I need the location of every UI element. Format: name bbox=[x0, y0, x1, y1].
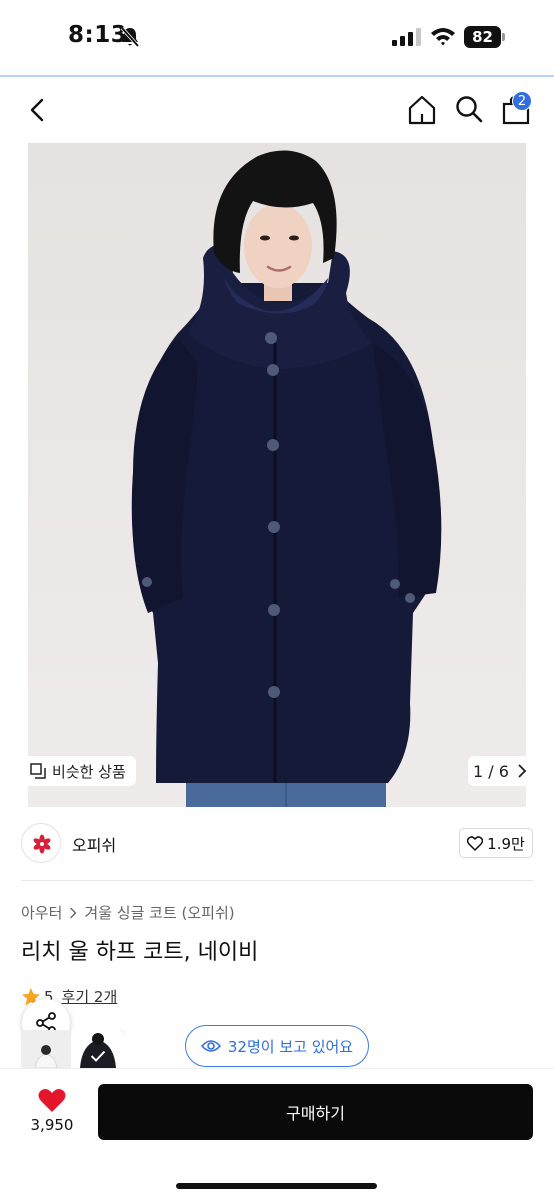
viewers-text: 32명이 보고 있어요 bbox=[227, 1037, 354, 1056]
status-time: 8:13 bbox=[68, 22, 128, 48]
breadcrumb-category[interactable]: 아우터 bbox=[21, 902, 62, 923]
shop-like-button[interactable]: 1.9만 bbox=[459, 828, 533, 858]
status-divider bbox=[0, 75, 554, 77]
review-count-link[interactable]: 후기 2개 bbox=[62, 986, 118, 1007]
battery-icon: 82 bbox=[464, 26, 506, 48]
option-thumbnail[interactable] bbox=[21, 1030, 71, 1068]
image-pager[interactable]: 1 / 6 bbox=[468, 756, 532, 786]
pager-text: 1 / 6 bbox=[473, 761, 509, 781]
product-image[interactable] bbox=[28, 143, 526, 807]
breadcrumb-subcategory[interactable]: 겨울 싱글 코트 (오피쉬) bbox=[84, 902, 234, 923]
divider bbox=[21, 880, 533, 881]
similar-products-label: 비슷한 상품 bbox=[52, 762, 126, 781]
viewers-count-badge: 32명이 보고 있어요 bbox=[185, 1025, 369, 1067]
back-icon[interactable] bbox=[26, 96, 50, 124]
similar-products-button[interactable]: 비슷한 상품 bbox=[22, 756, 136, 786]
similar-icon bbox=[30, 763, 46, 779]
top-nav bbox=[0, 80, 554, 140]
shop-logo[interactable] bbox=[21, 823, 61, 863]
chevron-right-icon bbox=[70, 907, 77, 918]
signal-icon bbox=[392, 28, 421, 46]
option-thumbnail-selected[interactable] bbox=[72, 1030, 124, 1068]
heart-outline-icon bbox=[467, 835, 484, 851]
wifi-icon bbox=[431, 28, 455, 46]
shop-logo-mark bbox=[33, 834, 51, 854]
home-icon[interactable] bbox=[406, 94, 438, 126]
home-indicator bbox=[176, 1183, 377, 1189]
cart-count-badge: 2 bbox=[512, 91, 532, 111]
search-icon[interactable] bbox=[454, 94, 484, 124]
breadcrumb: 아우터 겨울 싱글 코트 (오피쉬) bbox=[21, 902, 235, 923]
chevron-right-icon bbox=[518, 764, 527, 778]
shop-name[interactable]: 오피쉬 bbox=[72, 832, 116, 856]
buy-button[interactable]: 구매하기 bbox=[98, 1084, 533, 1140]
eye-icon bbox=[200, 1040, 221, 1052]
bell-muted-icon bbox=[120, 26, 140, 48]
shop-like-count: 1.9만 bbox=[487, 834, 525, 853]
status-bar: 8:13 82 bbox=[0, 0, 554, 76]
battery-level: 82 bbox=[464, 26, 501, 48]
check-icon bbox=[90, 1050, 106, 1062]
product-photo bbox=[131, 150, 442, 807]
wish-count: 3,950 bbox=[30, 1116, 74, 1134]
product-title: 리치 울 하프 코트, 네이비 bbox=[21, 940, 259, 965]
heart-filled-icon[interactable] bbox=[38, 1088, 66, 1113]
